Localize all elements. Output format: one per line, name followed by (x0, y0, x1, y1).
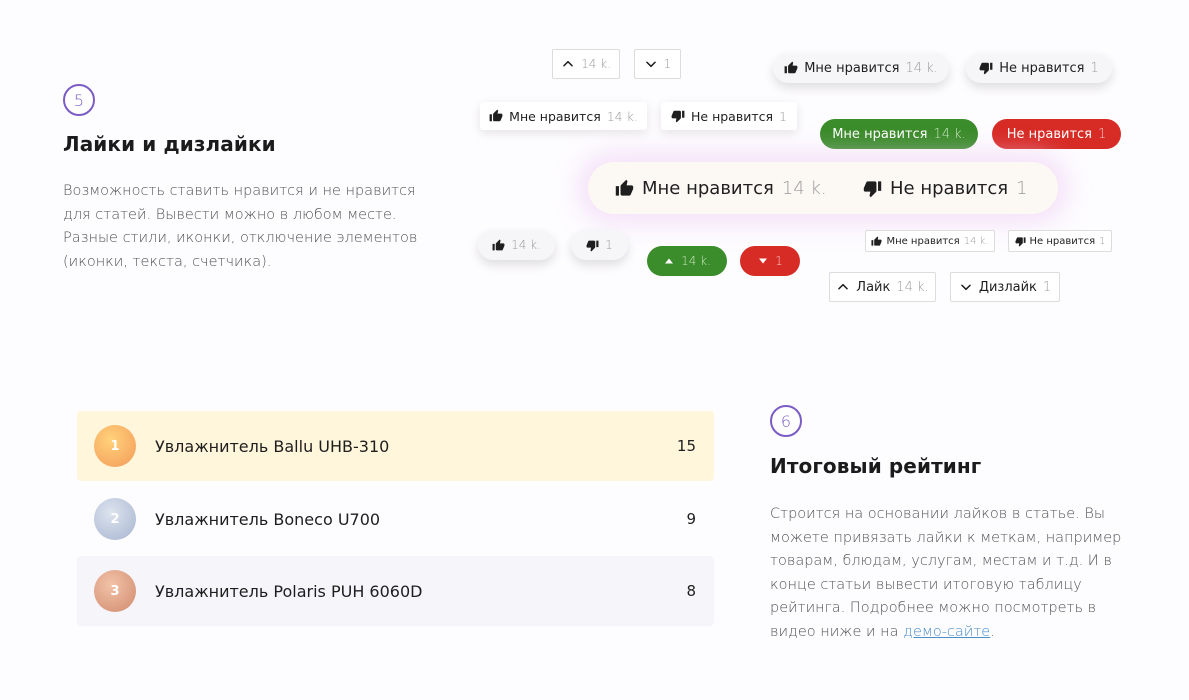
rating-row: 1 Увлажнитель Ballu UHB-310 15 (77, 411, 714, 481)
dislike-button-short[interactable]: Дизлайк 1 (950, 272, 1060, 302)
like-button-small[interactable]: Мне нравится 14 k. (865, 230, 995, 252)
description-line: товарам, блюдам, услугам, местам и т.д. … (770, 553, 1112, 569)
like-count: 14 k. (896, 279, 929, 295)
rating-item-name: Увлажнитель Boneco U700 (155, 509, 381, 529)
dislike-count: 1 (1016, 177, 1028, 199)
thumb-up-icon (489, 109, 503, 123)
thumb-down-icon (979, 61, 993, 75)
like-count: 14 k. (963, 235, 989, 247)
like-count: 14 k. (606, 108, 638, 124)
dislike-label: Не нравится (1006, 126, 1092, 142)
like-label: Мне нравится (642, 177, 774, 199)
chevron-up-icon (836, 280, 850, 294)
thumb-down-icon (586, 239, 599, 252)
section-number-badge: 6 (770, 405, 802, 437)
dislike-label: Не нравится (890, 177, 1009, 199)
rating-item-score: 15 (676, 437, 696, 455)
dislike-count: 1 (1098, 126, 1107, 142)
description-line: Строится на основании лайков в статье. В… (770, 506, 1106, 522)
description-text: видео ниже и на (770, 623, 904, 640)
description-line: (иконки, текста, счетчика). (63, 253, 272, 270)
like-button-green[interactable]: Мне нравится 14 k. (820, 119, 978, 149)
thumb-down-icon (671, 109, 685, 123)
dislike-button-card[interactable]: Не нравится 1 (661, 102, 797, 130)
triangle-down-icon (757, 255, 769, 267)
rating-item-score: 8 (686, 582, 696, 600)
dislike-count: 1 (663, 57, 672, 71)
section-description: Возможность ставить нравится и не нравит… (63, 180, 443, 274)
rank-badge: 1 (94, 425, 136, 467)
section-number-badge: 5 (63, 84, 95, 116)
rating-item-name: Увлажнитель Polaris PUH 6060D (155, 581, 423, 601)
like-count: 14 k. (581, 57, 611, 71)
like-count: 14 k. (681, 254, 711, 268)
thumb-up-icon (615, 179, 634, 198)
dislike-button-pill[interactable]: Не нравится 1 (966, 53, 1112, 83)
like-count: 14 k. (905, 60, 938, 76)
thumb-down-icon (1015, 236, 1026, 247)
dislike-count: 1 (1042, 279, 1052, 295)
rating-row: 3 Увлажнитель Polaris PUH 6060D 8 (77, 556, 714, 626)
like-button-triangle[interactable]: 14 k. (647, 246, 727, 276)
like-count: 14 k. (781, 177, 827, 199)
triangle-up-icon (663, 255, 675, 267)
like-label: Мне нравится (886, 235, 960, 247)
description-line: можете привязать лайки к меткам, наприме… (770, 529, 1122, 546)
description-text: . (990, 623, 995, 640)
section-number: 5 (73, 90, 85, 110)
rank-badge: 3 (94, 570, 136, 612)
like-button-card[interactable]: Мне нравится 14 k. (480, 102, 647, 130)
like-label: Мне нравится (832, 126, 928, 142)
dislike-button-chevron[interactable]: 1 (634, 49, 681, 79)
dislike-count: 1 (605, 238, 613, 252)
rank-badge: 2 (94, 498, 136, 540)
dislike-label: Не нравится (999, 60, 1085, 76)
thumb-up-icon (492, 239, 505, 252)
dislike-button-icon-pill[interactable]: 1 (571, 230, 628, 260)
section-description: Строится на основании лайков в статье. В… (770, 503, 1150, 644)
description-line: рейтинга. Подробнее можно посмотреть в (770, 600, 1097, 616)
dislike-count: 1 (779, 108, 787, 124)
dislike-label: Не нравится (1029, 235, 1096, 247)
rating-row: 2 Увлажнитель Boneco U700 9 (77, 484, 714, 554)
dislike-button-triangle[interactable]: 1 (740, 246, 800, 276)
large-like-group: Мне нравится 14 k. Не нравится 1 (588, 162, 1058, 214)
description-line: для статей. Вывести можно в любом месте. (63, 206, 397, 223)
like-short-label: Лайк (856, 279, 891, 295)
like-button-icon-pill[interactable]: 14 k. (478, 230, 555, 260)
section-number: 6 (780, 411, 792, 431)
dislike-button-red[interactable]: Не нравится 1 (992, 119, 1121, 149)
like-count: 14 k. (933, 126, 966, 142)
thumb-up-icon (871, 236, 882, 247)
section-title: Итоговый рейтинг (770, 454, 982, 478)
like-button-large[interactable]: Мне нравится 14 k. (615, 175, 827, 201)
like-count: 14 k. (511, 238, 541, 252)
rating-item-name: Увлажнитель Ballu UHB-310 (155, 436, 390, 456)
dislike-short-label: Дизлайк (978, 279, 1037, 295)
chevron-down-icon (644, 57, 658, 71)
rating-item-score: 9 (686, 510, 696, 528)
dislike-button-large[interactable]: Не нравится 1 (863, 175, 1028, 201)
dislike-count: 1 (775, 254, 783, 268)
like-button-chevron[interactable]: 14 k. (552, 49, 620, 79)
dislike-count: 1 (1090, 60, 1099, 76)
dislike-count: 1 (1099, 235, 1106, 247)
chevron-down-icon (959, 280, 973, 294)
like-label: Мне нравится (509, 108, 601, 124)
description-line: Разные стили, иконки, отключение элемент… (63, 230, 418, 246)
demo-site-link[interactable]: демо-сайте (903, 624, 990, 640)
like-button-pill[interactable]: Мне нравится 14 k. (773, 53, 949, 83)
dislike-label: Не нравится (691, 108, 774, 124)
description-line: Возможность ставить нравится и не нравит… (63, 183, 416, 199)
dislike-button-small[interactable]: Не нравится 1 (1008, 230, 1112, 252)
description-line: конце статьи вывести итоговую таблицу (770, 576, 1082, 593)
section-title: Лайки и дизлайки (63, 132, 276, 156)
thumb-up-icon (784, 61, 798, 75)
like-button-short[interactable]: Лайк 14 k. (829, 272, 936, 302)
thumb-down-icon (863, 179, 882, 198)
description-line: видео ниже и на демо-сайте. (770, 621, 1150, 645)
like-label: Мне нравится (804, 60, 900, 76)
chevron-up-icon (561, 57, 575, 71)
